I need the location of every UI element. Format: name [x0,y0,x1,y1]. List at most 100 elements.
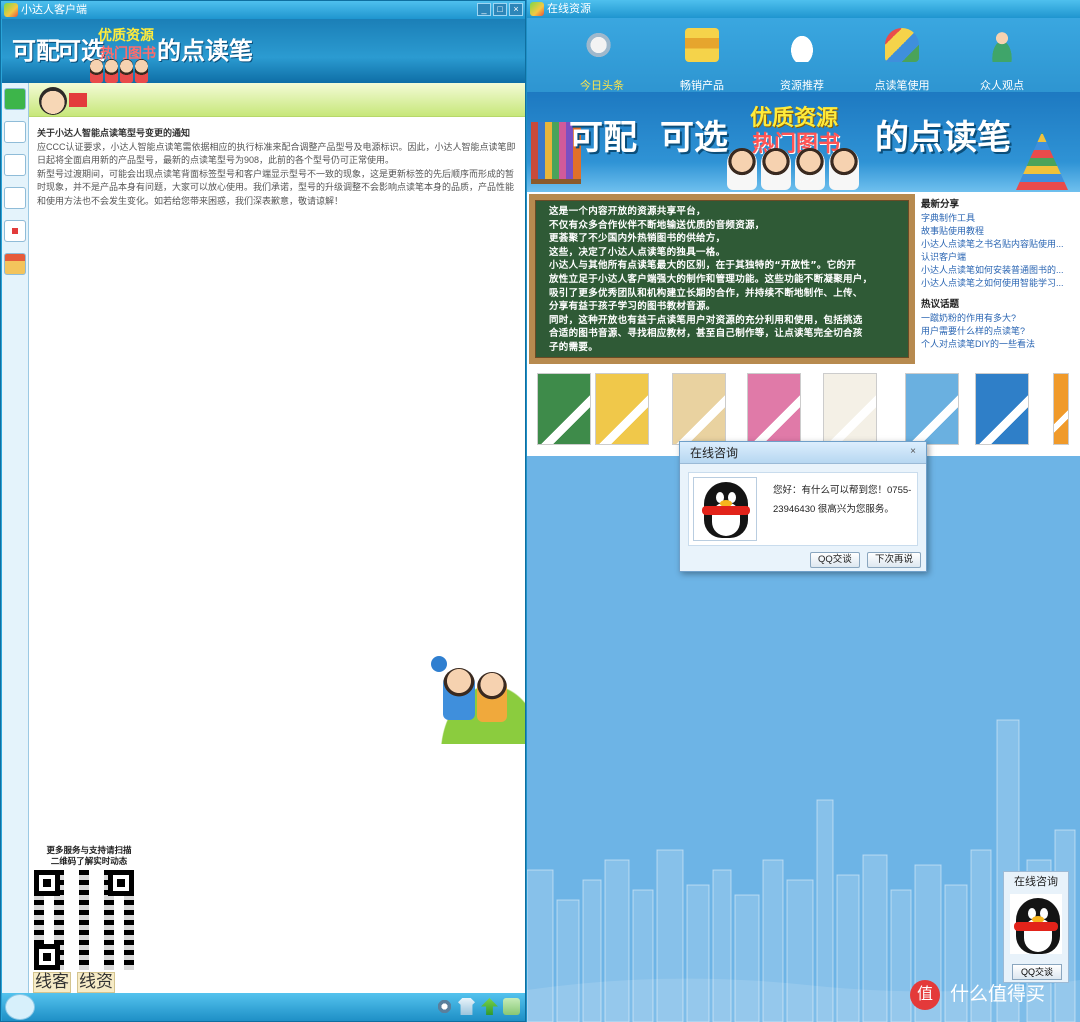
board-line: 吸引了更多优秀团队和机构建立长期的合作，并持续不断地制作、上传、 [549,287,863,299]
resource-banner: 可配 可选 优质资源 热门图书 的点读笔 [527,92,1080,192]
dialog-body: 您好：有什么可以帮到您！0755-23946430 很高兴为您服务。 [688,472,918,546]
resource-window-title: 在线资源 [547,3,591,15]
client-window: 小达人客户端 _ □ × 可配 可选 优质资源 热门图书 的点读笔 关于小达人智… [0,0,526,1022]
client-sidebar [2,83,29,993]
cloud-icon [785,28,819,62]
latest-link[interactable]: 认识客户端 [921,251,1077,264]
maximize-button[interactable]: □ [493,3,507,16]
sidebar-stats-icon[interactable] [4,154,26,176]
sidebar-edit-icon[interactable] [4,187,26,209]
hot-heading: 热议话题 [921,299,960,310]
speaker-icon [585,28,619,62]
skin-shirt-icon[interactable] [458,998,475,1015]
book-cover[interactable] [672,373,726,445]
banner-text-1: 可配 [569,119,637,157]
client-banner: 可配 可选 优质资源 热门图书 的点读笔 [2,19,525,83]
notice-panel: 关于小达人智能点读笔型号变更的通知 应CCC认证要求，小达人智能点读笔需依据相应… [29,83,525,993]
qr-block: 更多服务与支持请扫描 二维码了解实时动态 线客 线资 [33,845,145,993]
book-cover[interactable] [823,373,877,445]
footer-logo-icon[interactable] [5,994,35,1020]
nav-bestsellers[interactable]: 畅销产品 [652,18,752,92]
qr-label-2: 线资 [77,972,115,993]
qr-caption-1: 更多服务与支持请扫描 [46,845,132,855]
banner-text-3: 的点读笔 [875,119,1011,157]
resource-titlebar[interactable]: 在线资源 [527,0,1080,18]
qq-penguin-icon [693,477,757,541]
book-cover[interactable] [975,373,1029,445]
board-line: 不仅有众多合作伙伴不断地输送优质的音频资源， [549,219,765,231]
latest-heading: 最新分享 [921,199,960,210]
qq-chat-button[interactable]: QQ交谈 [810,552,860,568]
watermark: 值 什么值得买 [910,978,1070,1012]
book-cover[interactable] [905,373,959,445]
kids-illustration [413,648,525,744]
flag-icon [69,93,87,107]
dialog-close-icon[interactable]: × [906,445,920,459]
latest-link[interactable]: 小达人点读笔如何安装普通图书的... [921,264,1077,277]
nav-opinions[interactable]: 众人观点 [952,18,1052,92]
book-cover[interactable] [537,373,591,445]
dialog-message: 您好：有什么可以帮到您！0755-23946430 很高兴为您服务。 [773,485,912,515]
window-controls: _ □ × [477,3,523,16]
minimize-button[interactable]: _ [477,3,491,16]
nav-pen-usage[interactable]: 点读笔使用 [852,18,952,92]
chalkboard-intro: 这是一个内容开放的资源共享平台， 不仅有众多合作伙伴不断地输送优质的音频资源， … [529,194,915,364]
books-icon [685,28,719,62]
leaf-icon[interactable] [503,998,520,1015]
qr-code-image [34,870,134,970]
board-line: 合适的图书音源、寻找相应教材，甚至自己制作等，让点读笔完全切合孩 [549,328,863,340]
hot-link[interactable]: 个人对点读笔DIY的一些看法 [921,338,1077,351]
app-logo-icon [4,3,18,17]
banner-text-2: 可选 [660,119,728,157]
latest-link[interactable]: 字典制作工具 [921,212,1077,225]
sidebar-firstaid-icon[interactable] [4,220,26,242]
float-consult-title: 在线咨询 [1014,876,1058,888]
reading-pen-icon [885,28,919,62]
book-cover[interactable] [1053,373,1069,445]
qr-labels: 线客 线资 [33,972,145,993]
mascot-icon [39,87,67,115]
book-cover[interactable] [747,373,801,445]
banner-yellow-text: 优质资源 [98,27,154,43]
notice-title: 关于小达人智能点读笔型号变更的通知 [37,128,191,138]
board-line: 同时，这种开放也有益于点读笔用户对资源的充分利用和使用，包括挑选 [549,314,863,326]
dialog-title[interactable]: 在线咨询 [680,442,926,464]
upload-icon[interactable] [481,998,498,1015]
alphabet-tree-illustration [1016,132,1068,190]
sidebar-notice-icon[interactable] [4,121,26,143]
nav-recommended[interactable]: 资源推荐 [752,18,852,92]
client-titlebar[interactable]: 小达人客户端 _ □ × [1,1,525,19]
qq-penguin-icon[interactable] [1010,894,1062,954]
banner-kids-illustration [727,142,867,190]
board-line: 小达人与其他所有点读笔最大的区别，在于其独特的“开放性”。它的开 [549,260,857,272]
board-line: 更荟聚了不少国内外热销图书的供给方， [549,233,726,245]
notice-body: 关于小达人智能点读笔型号变更的通知 应CCC认证要求，小达人智能点读笔需依据相应… [29,117,525,208]
sidebar-home-icon[interactable] [4,88,26,110]
online-consult-dialog: 在线咨询 × 您好：有什么可以帮到您！0755-23946430 很高兴为您服务… [679,441,927,572]
banner-kids-illustration [90,53,152,83]
sidebar-store-icon[interactable] [4,253,26,275]
person-icon [985,28,1019,62]
hot-link[interactable]: 一蹴奶粉的作用有多大? [921,312,1077,325]
later-button[interactable]: 下次再说 [867,552,922,568]
notice-paragraph-2: 新型号过渡期间，可能会出现点读笔背面标签型号和客户端显示型号不一致的现象，这是更… [37,168,515,206]
board-line: 分享有益于孩子学习的图书教材音源。 [549,301,716,313]
latest-link[interactable]: 小达人点读笔之如何使用智能学习... [921,277,1077,290]
latest-link[interactable]: 小达人点读笔之书名贴内容贴使用... [921,238,1077,251]
banner-text-3: 的点读笔 [157,38,253,65]
watermark-logo-icon: 值 [910,980,940,1010]
latest-link[interactable]: 故事贴使用教程 [921,225,1077,238]
city-skyline-illustration [527,719,1080,1022]
board-line: 子的需要。 [549,341,599,353]
resource-content: 这是一个内容开放的资源共享平台， 不仅有众多合作伙伴不断地输送优质的音频资源， … [527,192,1080,456]
banner-text-1: 可配 [12,38,60,65]
board-line: 这些，决定了小达人点读笔的独具一格。 [549,246,726,258]
hot-link[interactable]: 用户需要什么样的点读笔? [921,325,1077,338]
book-cover[interactable] [595,373,649,445]
notice-header [29,83,525,117]
close-button[interactable]: × [509,3,523,16]
settings-gear-icon[interactable] [436,998,453,1015]
desktop: 小达人客户端 _ □ × 可配 可选 优质资源 热门图书 的点读笔 关于小达人智… [0,0,1080,1022]
client-footer [2,993,525,1021]
nav-today-headlines[interactable]: 今日头条 [552,18,652,92]
